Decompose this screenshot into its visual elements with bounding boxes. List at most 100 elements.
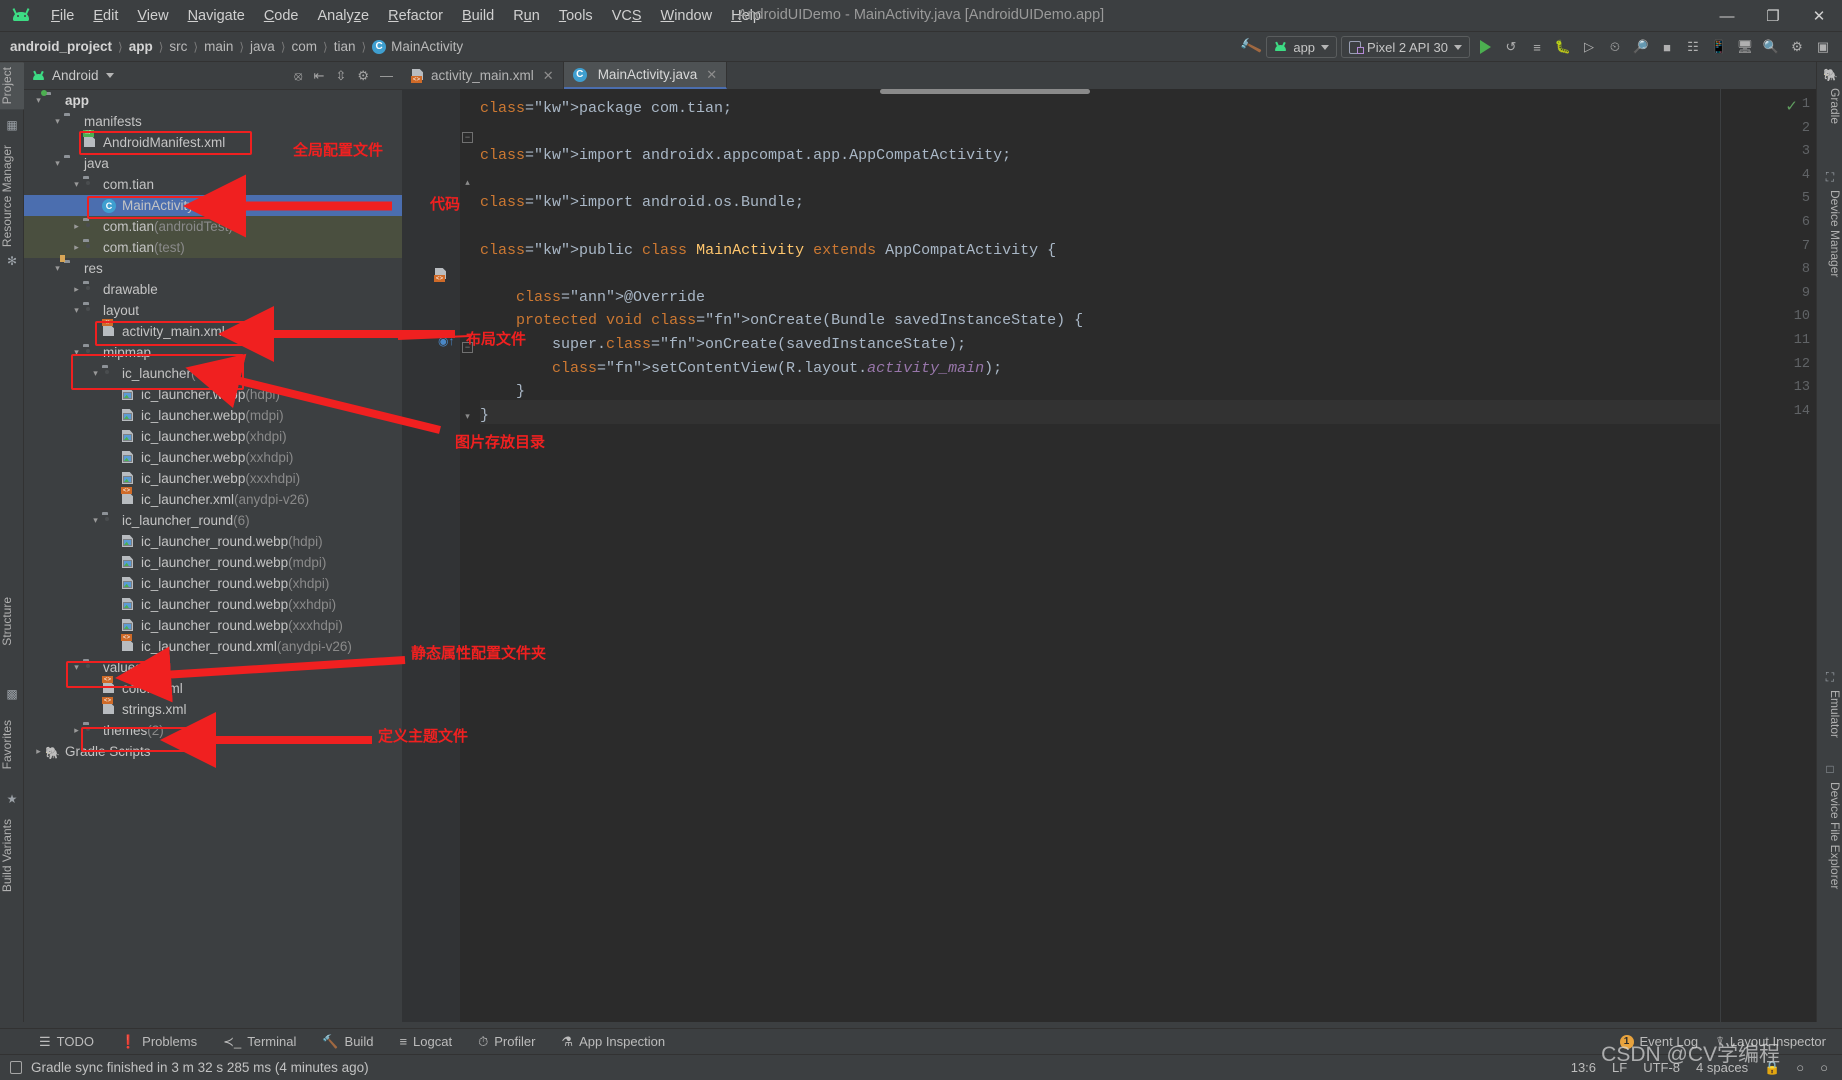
run-configuration-selector[interactable]: app bbox=[1266, 36, 1338, 58]
tree-node-app[interactable]: ▾ app bbox=[24, 90, 402, 111]
tool-tab-device-manager[interactable]: Device Manager bbox=[1816, 186, 1842, 281]
tree-node-gradle-scripts[interactable]: ▸ 🐘 Gradle Scripts bbox=[24, 741, 402, 762]
sidebar-item-favorites[interactable]: Favorites bbox=[0, 715, 24, 774]
chevron-down-icon[interactable]: ▾ bbox=[89, 368, 102, 379]
fold-marker-imports[interactable]: − bbox=[462, 132, 473, 143]
breadcrumb-tian[interactable]: tian bbox=[334, 39, 356, 54]
code-editor[interactable]: ✓ − ▴ − ▾ ◉↑ <> 1 2 3 4 5 6 7 8 9 10 11 12 13 14 clas… bbox=[402, 89, 1816, 1022]
tab-mainactivity-java[interactable]: C MainActivity.java ✕ bbox=[563, 62, 728, 89]
chevron-down-icon[interactable] bbox=[105, 73, 114, 78]
chevron-down-icon[interactable]: ▾ bbox=[70, 305, 83, 316]
tree-node-com-tian[interactable]: ▾ com.tian bbox=[24, 174, 402, 195]
horizontal-scrollbar[interactable] bbox=[880, 89, 1090, 94]
chevron-down-icon[interactable]: ▾ bbox=[51, 263, 64, 274]
sidebar-item-resource-manager[interactable]: Resource Manager bbox=[0, 140, 24, 252]
breadcrumb-main[interactable]: main bbox=[204, 39, 233, 54]
chevron-right-icon[interactable]: ▸ bbox=[70, 284, 83, 295]
apply-changes-icon[interactable]: ↺ bbox=[1500, 36, 1522, 58]
tool-tab-gradle[interactable]: Gradle bbox=[1816, 84, 1842, 128]
notifications-icon[interactable]: ○ bbox=[1820, 1060, 1828, 1075]
run-with-coverage-icon[interactable]: ▷ bbox=[1578, 36, 1600, 58]
make-project-icon[interactable]: 🔨 bbox=[1239, 36, 1264, 59]
toolwin-profiler[interactable]: ⏱ Profiler bbox=[465, 1034, 548, 1050]
menu-build[interactable]: Build bbox=[453, 5, 503, 27]
sidebar-item-structure[interactable]: Structure bbox=[0, 592, 24, 651]
editor-gutter[interactable] bbox=[402, 89, 460, 1022]
menu-navigate[interactable]: Navigate bbox=[179, 5, 254, 27]
debug-icon[interactable]: 🐛 bbox=[1552, 36, 1574, 58]
toolwin-app-inspection[interactable]: ⚗ App Inspection bbox=[548, 1034, 678, 1050]
breadcrumb-com[interactable]: com bbox=[292, 39, 318, 54]
tree-node-ic-launcher-webp[interactable]: ic_launcher.webp (xxxhdpi) bbox=[24, 468, 402, 489]
tree-node-ic-launcher-round[interactable]: ▾ ic_launcher_round (6) bbox=[24, 510, 402, 531]
breadcrumb-android-project[interactable]: android_project bbox=[10, 39, 112, 54]
tree-node-drawable[interactable]: ▸ drawable bbox=[24, 279, 402, 300]
tree-node-ic-launcher-webp[interactable]: ic_launcher.webp (xhdpi) bbox=[24, 426, 402, 447]
tree-node-ic-launcher-webp[interactable]: ic_launcher.webp (mdpi) bbox=[24, 405, 402, 426]
attach-debugger-icon[interactable]: 🔎 bbox=[1630, 36, 1652, 58]
tree-node-ic-launcher-round-webp[interactable]: ic_launcher_round.webp (mdpi) bbox=[24, 552, 402, 573]
search-icon[interactable]: 🔍 bbox=[1760, 36, 1782, 58]
collapse-all-icon[interactable]: ⇤ bbox=[314, 68, 325, 84]
menu-analyze[interactable]: Analyze bbox=[309, 5, 379, 27]
chevron-down-icon[interactable]: ▾ bbox=[70, 662, 83, 673]
tree-node-ic-launcher-round-webp[interactable]: ic_launcher_round.webp (xxxhdpi) bbox=[24, 615, 402, 636]
tree-node-colors-xml[interactable]: <> colors.xml bbox=[24, 676, 402, 699]
locate-icon[interactable]: ⦻ bbox=[294, 68, 303, 84]
sidebar-item-build-variants[interactable]: Build Variants bbox=[0, 814, 24, 897]
profile-icon[interactable]: ⏲ bbox=[1604, 36, 1626, 58]
menu-code[interactable]: Code bbox=[255, 5, 308, 27]
minimize-button[interactable]: — bbox=[1704, 0, 1750, 32]
toolwin-build[interactable]: 🔨 Build bbox=[309, 1034, 386, 1050]
toolwin-todo[interactable]: ☰ TODO bbox=[26, 1034, 107, 1050]
maximize-button[interactable]: ❐ bbox=[1750, 0, 1796, 32]
override-method-icon[interactable]: ◉↑ bbox=[438, 334, 454, 348]
editor-fold-gutter[interactable] bbox=[460, 89, 480, 1022]
tree-node-ic-launcher-xml[interactable]: <> ic_launcher.xml (anydpi-v26) bbox=[24, 487, 402, 510]
breadcrumb-mainactivity[interactable]: C MainActivity bbox=[372, 39, 463, 54]
toolwin-terminal[interactable]: ≺_ Terminal bbox=[210, 1034, 309, 1050]
fold-marker-method-end[interactable]: ▾ bbox=[462, 412, 473, 423]
tree-node-ic-launcher-webp[interactable]: ic_launcher.webp (xxhdpi) bbox=[24, 447, 402, 468]
tree-node-com-tian[interactable]: ▸ com.tian (test) bbox=[24, 237, 402, 258]
menu-tools[interactable]: Tools bbox=[550, 5, 602, 27]
caret-position[interactable]: 13:6 bbox=[1571, 1060, 1596, 1075]
toolwin-logcat[interactable]: ≡ Logcat bbox=[386, 1034, 465, 1049]
menu-edit[interactable]: Edit bbox=[84, 5, 127, 27]
chevron-down-icon[interactable]: ▾ bbox=[89, 515, 102, 526]
hide-icon[interactable]: — bbox=[380, 68, 393, 83]
chevron-down-icon[interactable]: ▾ bbox=[70, 347, 83, 358]
code-text[interactable]: class="kw">package com.tian; class="kw">… bbox=[480, 97, 1083, 427]
chevron-down-icon[interactable]: ▾ bbox=[32, 95, 45, 106]
chevron-right-icon[interactable]: ▸ bbox=[32, 746, 45, 757]
tab-activity-main-xml[interactable]: <> activity_main.xml ✕ bbox=[402, 62, 564, 89]
tree-node-ic-launcher-round-webp[interactable]: ic_launcher_round.webp (xxhdpi) bbox=[24, 594, 402, 615]
tool-tab-emulator[interactable]: Emulator bbox=[1816, 686, 1842, 742]
tree-node-ic-launcher-webp[interactable]: ic_launcher.webp (hdpi) bbox=[24, 384, 402, 405]
breadcrumb-app[interactable]: app bbox=[129, 39, 153, 54]
tree-node-values[interactable]: ▾ values bbox=[24, 657, 402, 678]
chevron-down-icon[interactable]: ▾ bbox=[70, 179, 83, 190]
chevron-right-icon[interactable]: ▸ bbox=[70, 725, 83, 736]
memory-indicator-icon[interactable] bbox=[10, 1061, 22, 1074]
inspection-ok-icon[interactable]: ✓ bbox=[1785, 97, 1798, 115]
menu-refactor[interactable]: Refactor bbox=[379, 5, 452, 27]
close-icon[interactable]: ✕ bbox=[706, 67, 717, 83]
menu-help[interactable]: Help bbox=[722, 5, 770, 27]
tree-node-ic-launcher[interactable]: ▾ ic_launcher (6) bbox=[24, 363, 402, 384]
tree-node-layout[interactable]: ▾ layout bbox=[24, 300, 402, 321]
device-selector[interactable]: Pixel 2 API 30 bbox=[1341, 36, 1470, 58]
tree-node-ic-launcher-round-webp[interactable]: ic_launcher_round.webp (xhdpi) bbox=[24, 573, 402, 594]
sidebar-item-project[interactable]: Project bbox=[0, 62, 24, 110]
breadcrumb-src[interactable]: src bbox=[169, 39, 187, 54]
tree-node-com-tian[interactable]: ▸ com.tian (androidTest) bbox=[24, 216, 402, 237]
menu-run[interactable]: Run bbox=[504, 5, 549, 27]
project-tree[interactable]: ▾ app ▾ manifests MF AndroidManifest.xml ▾ java… bbox=[24, 90, 402, 1022]
tree-node-manifests[interactable]: ▾ manifests bbox=[24, 111, 402, 132]
tool-tab-device-file-explorer[interactable]: Device File Explorer bbox=[1816, 778, 1842, 893]
close-button[interactable]: ✕ bbox=[1796, 0, 1842, 32]
device-manager-icon[interactable]: 🖥 bbox=[1734, 36, 1756, 58]
tree-node-strings-xml[interactable]: <> strings.xml bbox=[24, 697, 402, 720]
menu-window[interactable]: Window bbox=[652, 5, 722, 27]
sdk-manager-icon[interactable]: ☷ bbox=[1682, 36, 1704, 58]
